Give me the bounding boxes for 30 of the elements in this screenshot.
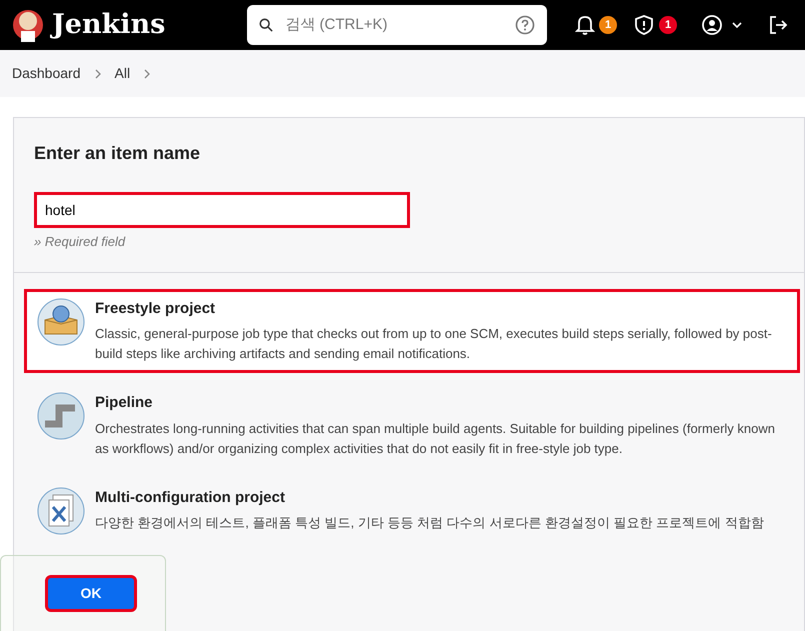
bell-icon[interactable] bbox=[575, 14, 595, 36]
chevron-right-icon[interactable] bbox=[92, 68, 102, 80]
breadcrumb-link[interactable]: All bbox=[114, 63, 130, 84]
logout-icon[interactable] bbox=[767, 14, 789, 36]
pipe-icon bbox=[37, 392, 85, 440]
item-type-description: 다양한 환경에서의 테스트, 플래폼 특성 빌드, 기타 등등 처럼 다수의 서로다른 환경설정이 필요한 프로젝트에 적합함 bbox=[95, 514, 765, 532]
user-icon[interactable] bbox=[701, 14, 723, 36]
item-name-field[interactable]: hotel bbox=[34, 192, 410, 228]
item-type-option[interactable]: Multi-configuration project 다양한 환경에서의 테스트, 플래폼 특성 빌드, 기타 등등 처럼 다수의 서로다른 환경설정이 필요한 프로젝트에 적합함 bbox=[24, 478, 800, 544]
search-icon bbox=[259, 18, 274, 32]
item-type-description: Orchestrates long-running activities that can span multiple build agents. Suitable for building pipelines (formerly known as workflows) and/or organizing complex activities that do not easily fit in free-style job type. bbox=[95, 420, 776, 458]
item-type-option[interactable] bbox=[24, 288, 800, 373]
chevron-right-icon[interactable] bbox=[142, 68, 152, 80]
shield-warning-icon[interactable] bbox=[633, 14, 655, 36]
box-globe-icon bbox=[37, 298, 85, 346]
documents-tools-icon bbox=[37, 486, 85, 534]
breadcrumb-link[interactable]: Dashboard bbox=[12, 63, 80, 84]
ok-button[interactable]: OK bbox=[45, 575, 137, 612]
notification-count: 1 bbox=[599, 16, 617, 34]
item-type-title: Multi-configuration project bbox=[95, 488, 286, 508]
form-title: Enter an item name bbox=[34, 142, 202, 165]
item-type-title: Freestyle project bbox=[95, 298, 216, 318]
security-count: 1 bbox=[659, 16, 677, 34]
required-hint: » Required field bbox=[34, 233, 126, 251]
search-input[interactable]: 검색 (CTRL+K) bbox=[285, 14, 504, 36]
brand-name[interactable]: Jenkins bbox=[52, 4, 166, 46]
item-type-description: Classic, general-purpose job type that checks out from up to one SCM, executes build steps serially, followed by post-build steps like archiving artifacts and sending email notifications. bbox=[95, 325, 773, 363]
search-field[interactable]: 검색 (CTRL+K) bbox=[247, 5, 548, 45]
help-icon[interactable] bbox=[515, 15, 536, 35]
item-type-title: Pipeline bbox=[95, 393, 154, 413]
